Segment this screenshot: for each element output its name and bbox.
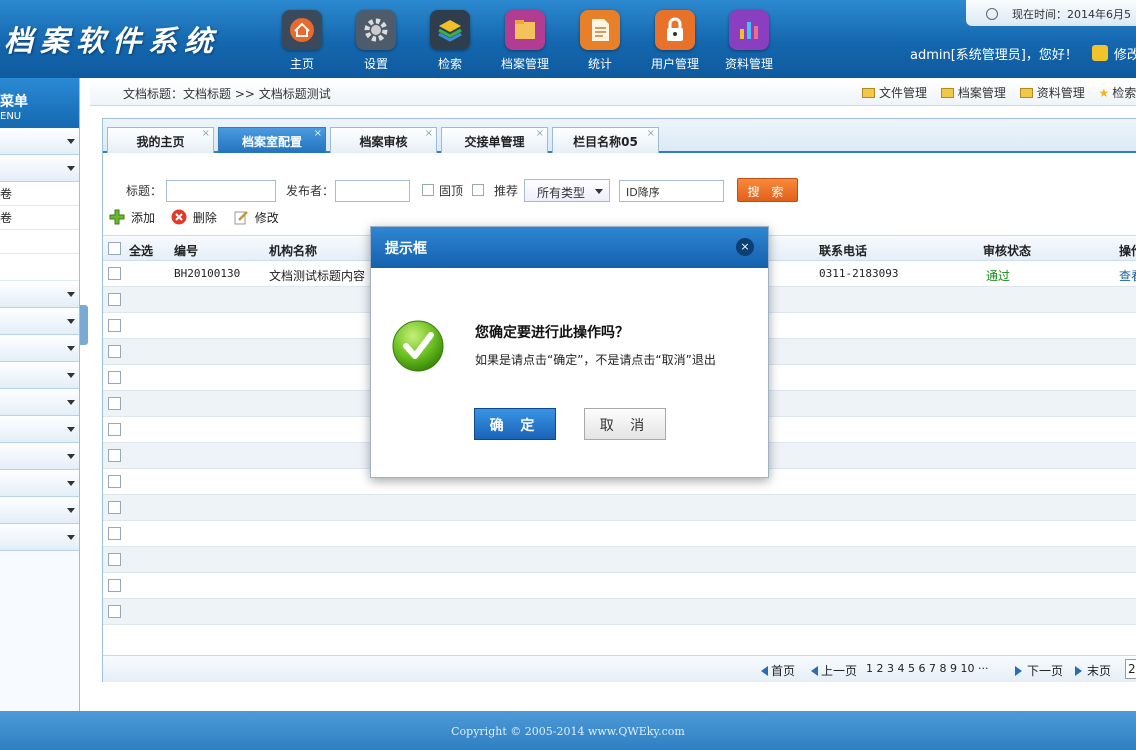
- cancel-button[interactable]: 取 消: [584, 408, 666, 440]
- confirm-dialog: 提示框 × 您确定要进行此操作吗？ 如果是请点击“确定”，不是请点击“取消”退出…: [370, 226, 769, 478]
- dialog-message: 您确定要进行此操作吗？: [475, 325, 629, 341]
- confirm-button[interactable]: 确 定: [474, 408, 556, 440]
- dialog-submessage: 如果是请点击“确定”，不是请点击“取消”退出: [475, 353, 716, 367]
- checkmark-icon: [391, 319, 445, 373]
- dialog-title: 提示框: [385, 241, 427, 257]
- dialog-header: 提示框: [371, 227, 768, 268]
- close-icon[interactable]: ×: [736, 238, 754, 256]
